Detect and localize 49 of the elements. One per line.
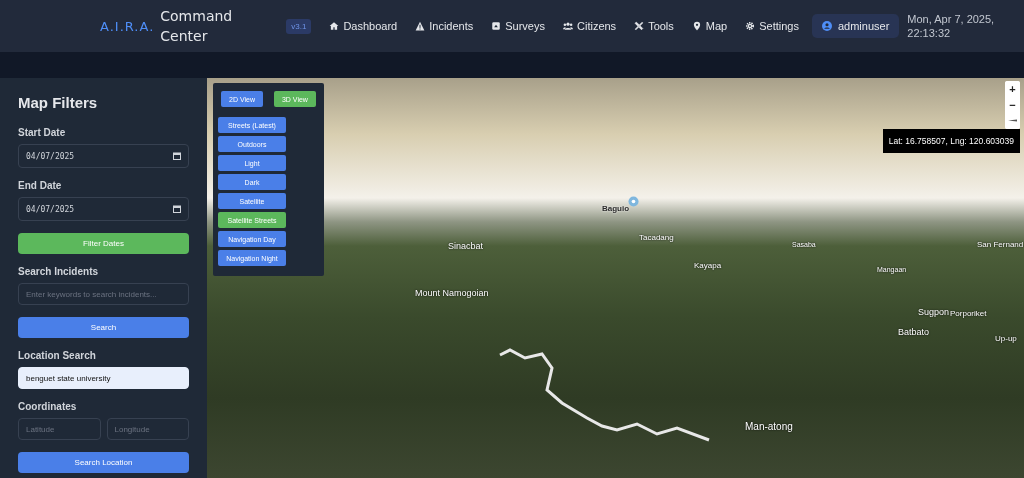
- map-place-label: Baguio: [602, 204, 630, 213]
- coordinates-readout: Lat: 16.758507, Lng: 120.603039: [882, 129, 1020, 153]
- user-icon: [821, 21, 832, 31]
- logo-text: A.I.R.A.: [100, 18, 155, 34]
- users-icon: [563, 21, 573, 31]
- date-field[interactable]: 04/07/2025: [18, 197, 189, 221]
- coordinate-field[interactable]: Latitude: [18, 418, 101, 440]
- map-place-label: Sinacbat: [448, 241, 484, 251]
- field-label: Start Date: [18, 127, 67, 139]
- warning-icon: [415, 21, 426, 31]
- action-button[interactable]: Search Location: [18, 452, 189, 473]
- map-place-label: Up-up: [995, 334, 1017, 343]
- location-marker[interactable]: [628, 196, 639, 207]
- date-field[interactable]: 04/07/2025: [18, 144, 189, 168]
- settings-icon: [745, 21, 756, 31]
- map-place-label: Mount Namogoian: [415, 288, 489, 298]
- user-menu[interactable]: adminuser: [811, 14, 900, 38]
- nav-link[interactable]: Tools: [625, 16, 683, 36]
- nav-link[interactable]: Dashboard: [320, 16, 407, 36]
- field-label: End Date: [18, 180, 63, 192]
- text-field[interactable]: Enter keywords to search incidents...: [18, 283, 189, 305]
- map-place-label: Sugpon: [918, 307, 950, 317]
- app-title: Command Center: [160, 7, 234, 46]
- text-field[interactable]: benguet state university: [18, 367, 189, 389]
- map-place-label: Man-atong: [745, 421, 793, 432]
- nav-link[interactable]: Incidents: [406, 16, 483, 36]
- home-icon: [329, 21, 340, 31]
- map-place-label: San Fernand: [977, 240, 1024, 249]
- nav-link[interactable]: Settings: [736, 16, 808, 36]
- calendar-icon: [173, 205, 181, 213]
- map-place-label: Kayapa: [694, 261, 722, 270]
- nav-link[interactable]: Citizens: [554, 16, 626, 36]
- action-button[interactable]: Search: [18, 317, 189, 338]
- calendar-icon: [173, 152, 181, 160]
- map-place-label: Batbato: [898, 327, 930, 337]
- field-label: Coordinates: [18, 401, 78, 413]
- map-pin-icon: [691, 21, 702, 31]
- map-place-label: Porporiket: [950, 309, 987, 318]
- clipboard-icon: [491, 21, 502, 31]
- nav-link[interactable]: Surveys: [482, 16, 554, 36]
- field-label: Location Search: [18, 350, 97, 362]
- coordinate-field[interactable]: Longitude: [106, 418, 189, 440]
- tools-icon: [634, 21, 645, 31]
- version-badge: v3.1: [286, 18, 312, 34]
- panel-title: Map Filters: [18, 94, 99, 111]
- nav-link[interactable]: Map: [682, 16, 737, 36]
- field-label: Search Incidents: [18, 266, 100, 278]
- date-time: Mon, Apr 7, 2025, 22:13:32: [907, 12, 995, 40]
- map-place-label: Tacadang: [639, 233, 674, 242]
